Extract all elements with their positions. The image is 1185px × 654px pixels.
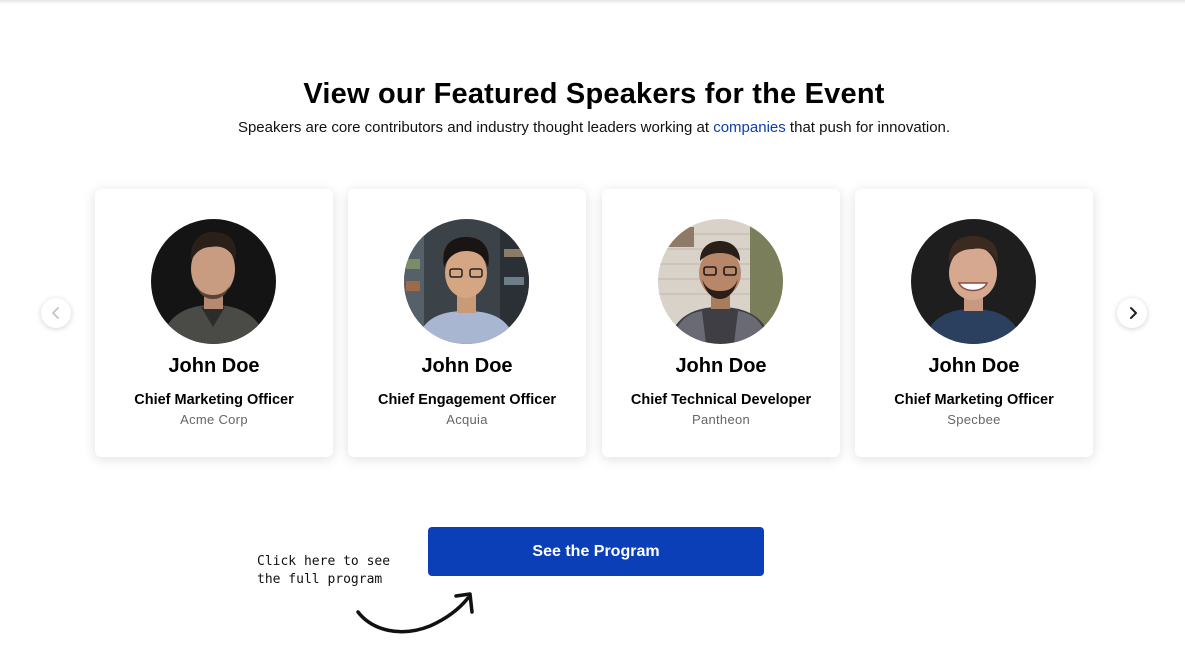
speaker-role: Chief Marketing Officer [134,392,294,408]
speaker-name: John Doe [168,355,260,377]
subtitle-text-end: that push for innovation. [785,119,951,136]
speaker-avatar [911,219,1036,344]
hint-line: the full program [257,572,383,587]
speaker-name: John Doe [928,355,1020,377]
speaker-name: John Doe [675,355,767,377]
program-hint: Click here to see the full program [257,553,397,589]
subtitle-text-start: Speakers are core contributors and indus… [237,119,714,136]
hint-line: Click here to see [257,554,391,569]
speaker-card[interactable]: John Doe Chief Marketing Officer Specbee [855,189,1093,457]
speaker-card[interactable]: John Doe Chief Engagement Officer Acquia [348,189,586,457]
chevron-left-icon [52,307,59,319]
speaker-avatar [404,219,529,344]
speaker-company: Pantheon [691,412,751,427]
companies-link[interactable]: companies [713,119,786,136]
speaker-role: Chief Technical Developer [630,392,812,408]
chevron-right-icon [1130,307,1137,319]
speaker-card[interactable]: John Doe Chief Marketing Officer Acme Co… [95,189,333,457]
see-program-button[interactable]: See the Program [428,527,764,576]
carousel-prev-button[interactable] [41,298,71,328]
top-header-shadow [0,0,1185,4]
page-title: View our Featured Speakers for the Event [303,78,885,110]
page-subtitle: Speakers are core contributors and indus… [0,119,1185,136]
speaker-card[interactable]: John Doe Chief Technical Developer Panth… [602,189,840,457]
speaker-company: Acme Corp [180,412,248,427]
speaker-role: Chief Engagement Officer [377,392,557,408]
curved-arrow-icon [356,592,474,634]
speaker-avatar [658,219,783,344]
speaker-company: Acquia [446,412,488,427]
carousel-next-button[interactable] [1117,298,1147,328]
speaker-avatar [151,219,276,344]
speaker-company: Specbee [947,412,1001,427]
speaker-role: Chief Marketing Officer [894,392,1054,408]
speaker-name: John Doe [421,355,513,377]
